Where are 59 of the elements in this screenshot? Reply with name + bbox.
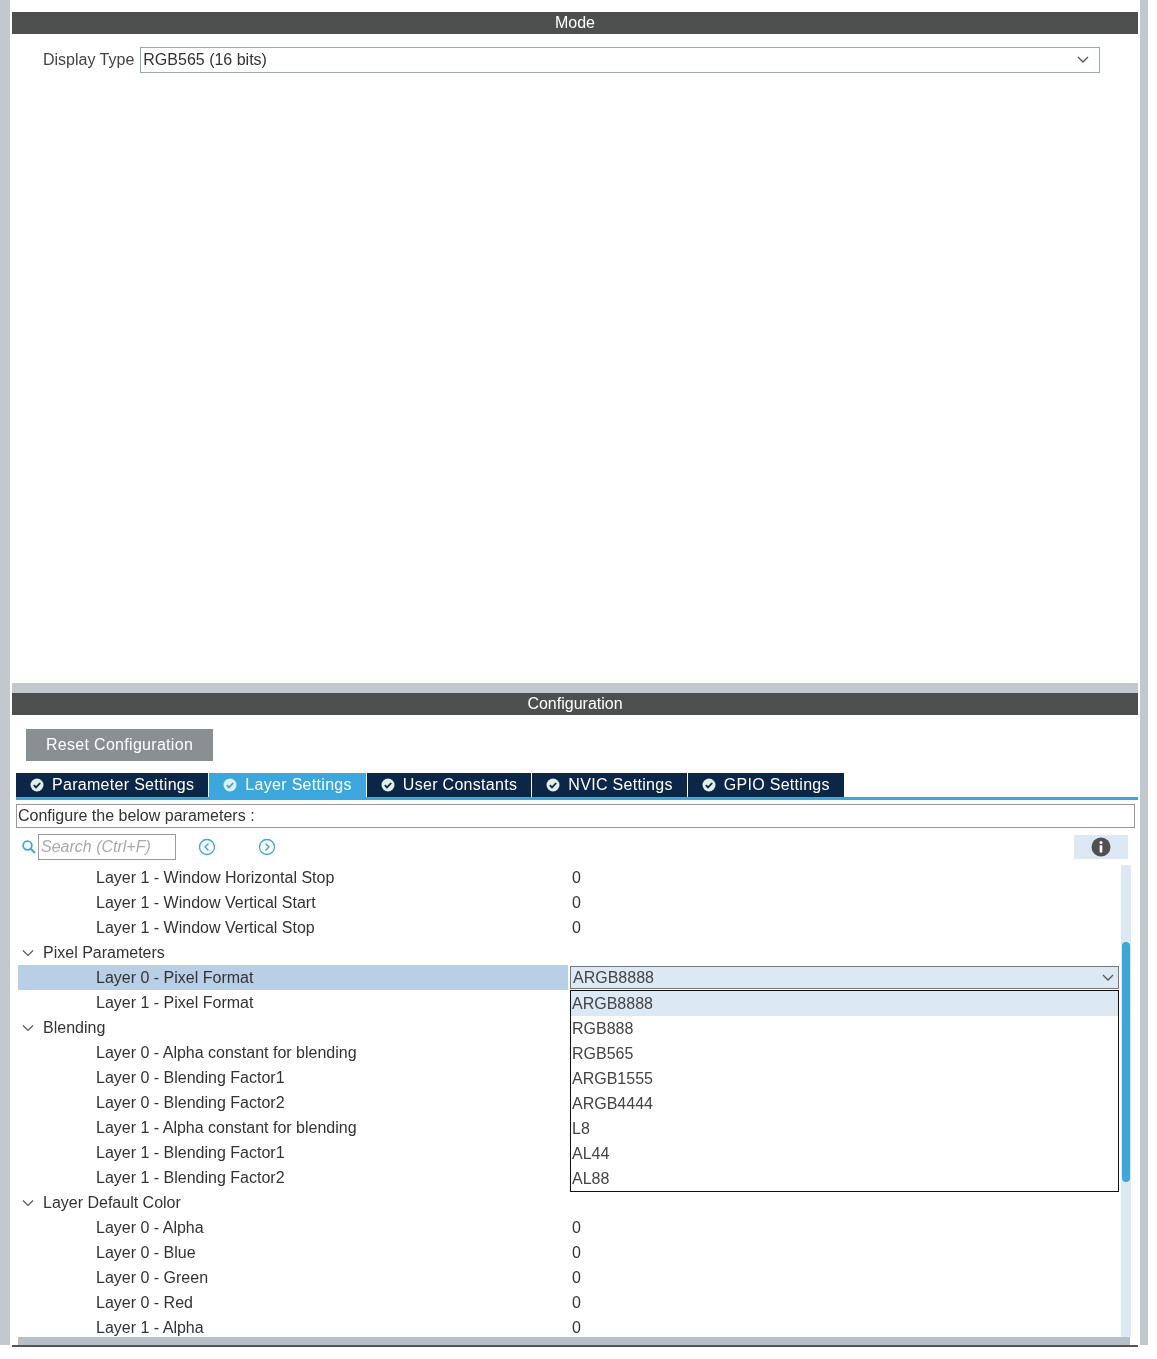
tree-group-row[interactable]: Layer Default Color [18,1190,1121,1215]
parameter-name[interactable]: Layer 1 - Pixel Format [18,990,568,1015]
tab[interactable]: NVIC Settings [532,773,688,797]
parameter-name[interactable]: Layer 0 - Blending Factor2 [18,1090,568,1115]
dropdown-option[interactable]: ARGB1555 [571,1066,1118,1091]
parameter-name[interactable]: Layer 1 - Window Vertical Stop [18,915,568,940]
search-field[interactable]: Search (Ctrl+F) [38,834,176,860]
parameter-name[interactable]: Layer 1 - Alpha [18,1315,568,1337]
info-icon [1091,837,1111,857]
parameter-value: 0 [572,1218,581,1237]
parameter-name[interactable]: Layer 1 - Blending Factor2 [18,1165,568,1190]
parameter-value: 0 [572,1268,581,1287]
check-circle-icon [701,778,716,792]
tab[interactable]: GPIO Settings [687,773,845,797]
search-icon [22,840,36,854]
parameter-value: 0 [572,1293,581,1312]
display-type-label: Display Type [43,51,135,69]
dropdown-option[interactable]: ARGB4444 [571,1091,1118,1116]
dropdown-option[interactable]: RGB888 [571,1016,1118,1041]
horizontal-scrollbar[interactable] [18,1337,1130,1345]
tab[interactable]: Parameter Settings [16,773,210,797]
vertical-scrollbar[interactable] [1121,865,1131,1337]
dropdown-option[interactable]: ARGB8888 [571,991,1118,1016]
parameter-name[interactable]: Layer 0 - Red [18,1290,568,1315]
parameter-value: 0 [572,1318,581,1337]
parameter-name[interactable]: Layer 0 - Blending Factor1 [18,1065,568,1090]
parameter-value: 0 [572,918,581,937]
parameter-name[interactable]: Layer 1 - Window Vertical Start [18,890,568,915]
tab[interactable]: User Constants [366,773,533,797]
check-circle-icon [546,778,561,792]
parameter-value-dropdown[interactable]: ARGB8888 [570,966,1119,989]
parameter-name[interactable]: Layer 1 - Alpha constant for blending [18,1115,568,1140]
chevron-down-icon [1077,56,1090,64]
parameter-name[interactable]: Layer 0 - Alpha [18,1215,568,1240]
parameter-value: 0 [572,1243,581,1262]
dropdown-option[interactable]: AL44 [571,1141,1118,1166]
info-button[interactable] [1074,835,1128,859]
parameter-name[interactable]: Layer 0 - Green [18,1265,568,1290]
display-type-dropdown[interactable]: RGB565 (16 bits) [140,47,1101,73]
check-circle-icon [223,778,238,792]
description-field: Configure the below parameters : [16,804,1135,828]
parameter-name[interactable]: Layer 0 - Blue [18,1240,568,1265]
parameter-name[interactable]: Layer 0 - Pixel Format [18,965,568,990]
check-circle-icon [30,778,44,792]
tree-group-row[interactable]: Pixel Parameters [18,940,1121,965]
previous-icon[interactable] [198,838,216,856]
parameter-name[interactable]: Layer 1 - Blending Factor1 [18,1140,568,1165]
dropdown-option[interactable]: L8 [571,1116,1118,1141]
parameter-value: 0 [572,893,581,912]
dropdown-option[interactable]: RGB565 [571,1041,1118,1066]
mode-header: Mode [12,12,1138,34]
next-icon[interactable] [258,838,276,856]
parameter-value: 0 [572,868,581,887]
check-circle-icon [380,778,395,792]
parameter-name[interactable]: Layer 0 - Alpha constant for blending [18,1040,568,1065]
chevron-down-icon [1102,973,1114,982]
configuration-header: Configuration [12,693,1138,715]
parameter-name[interactable]: Layer 1 - Window Horizontal Stop [18,865,568,890]
dropdown-option[interactable]: AL88 [571,1166,1118,1191]
